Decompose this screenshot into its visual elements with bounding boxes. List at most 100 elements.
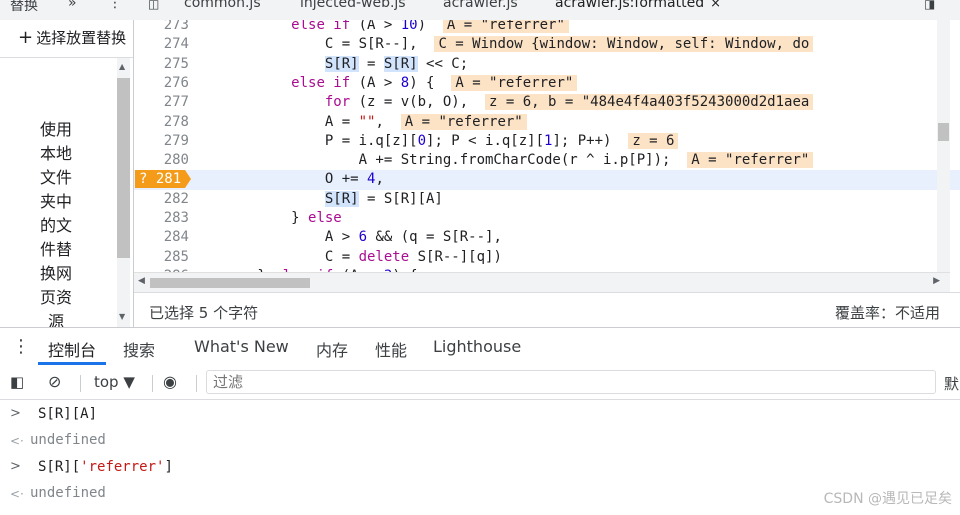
breakpoint-marker[interactable]: ? 281: [135, 170, 191, 189]
result-prompt-icon: <·: [10, 487, 24, 501]
code-text: else if (A > 10) A = "referrer": [190, 20, 569, 35]
line-number[interactable]: 276: [134, 74, 189, 93]
console-text: S[R]['referrer']: [38, 459, 173, 475]
console-result-message[interactable]: <· undefined: [0, 481, 960, 507]
code-line: 283 } else: [134, 209, 960, 228]
toggle-debugger-icon[interactable]: ◨: [924, 0, 935, 11]
hint-line: 夹中: [40, 192, 73, 211]
line-number[interactable]: 283: [134, 209, 189, 228]
tab-search[interactable]: 搜索: [123, 337, 155, 361]
editor-vertical-scrollbar[interactable]: [937, 20, 950, 272]
tab-console[interactable]: 控制台: [48, 337, 96, 361]
more-tabs-chevron-icon[interactable]: »: [68, 0, 77, 11]
line-number[interactable]: 278: [134, 113, 189, 132]
line-number[interactable]: 273: [134, 20, 189, 35]
code-line: 280 A += String.fromCharCode(r ^ i.p[P])…: [134, 151, 960, 170]
scroll-down-icon[interactable]: ▼: [119, 312, 125, 321]
code-line: 279 P = i.q[z][0]; P < i.q[z][1]; P++) z…: [134, 132, 960, 151]
hint-line: 本地: [40, 144, 73, 163]
tab-injected-web-js[interactable]: injected-web.js: [300, 0, 406, 11]
execution-context-select[interactable]: top ▼: [94, 373, 135, 391]
editor-status-bar: 已选择 5 个字符 覆盖率：不适用: [134, 292, 960, 328]
code-text: C = S[R--], C = Window {window: Window, …: [190, 35, 814, 54]
hint-line: 件替: [40, 240, 73, 259]
line-number[interactable]: 277: [134, 93, 189, 112]
conditional-breakpoint-icon: ?: [139, 171, 148, 188]
default-levels-dropdown[interactable]: 默: [944, 373, 959, 394]
line-number[interactable]: 285: [134, 248, 189, 267]
select-override-folder-button[interactable]: + 选择放置替换: [18, 27, 126, 48]
code-line: 278 A = "", A = "referrer": [134, 113, 960, 132]
scrollbar-thumb[interactable]: [117, 78, 130, 258]
live-expression-eye-icon[interactable]: ◉: [163, 372, 177, 391]
scrollbar-thumb[interactable]: [150, 278, 310, 288]
toolbar-divider: [196, 375, 197, 392]
line-number[interactable]: 280: [134, 151, 189, 170]
tab-memory[interactable]: 内存: [316, 337, 348, 361]
tab-acrawler-js[interactable]: acrawler.js: [443, 0, 518, 11]
console-text: undefined: [30, 485, 106, 501]
selection-status: 已选择 5 个字符: [149, 304, 259, 322]
input-prompt-icon: >: [10, 406, 21, 421]
hint-line: 的文: [40, 216, 73, 235]
scroll-up-icon[interactable]: ▲: [119, 62, 125, 71]
tab-overrides[interactable]: 替换: [10, 0, 38, 15]
tab-lighthouse[interactable]: Lighthouse: [433, 337, 521, 356]
line-number[interactable]: 275: [134, 55, 189, 74]
hint-line: 文件: [40, 168, 73, 187]
console-input-message[interactable]: > S[R]['referrer']: [0, 455, 960, 481]
inline-value: C = Window {window: Window, self: Window…: [434, 36, 814, 53]
code-line: 273 else if (A > 10) A = "referrer": [134, 20, 960, 35]
drawer-menu-icon[interactable]: ⋮: [12, 336, 30, 357]
kebab-menu-icon[interactable]: ⋮: [108, 0, 122, 11]
scroll-right-icon[interactable]: ▶: [933, 276, 940, 286]
code-text: S[R] = S[R] << C;: [324, 55, 469, 72]
tab-common-js[interactable]: common.js: [184, 0, 261, 11]
clear-console-icon[interactable]: ⊘: [48, 372, 61, 391]
code-text: for (z = v(b, O), z = 6, b = "484e4f4a40…: [190, 93, 814, 112]
console-filter-input[interactable]: [206, 370, 936, 394]
line-number[interactable]: 279: [134, 132, 189, 151]
tab-label: acrawler.js:formatted: [555, 0, 705, 11]
coverage-status[interactable]: 覆盖率：不适用: [835, 302, 940, 323]
toolbar-divider: [80, 375, 81, 392]
plus-icon: +: [18, 27, 34, 48]
editor-horizontal-scrollbar[interactable]: ◀ ▶: [134, 272, 950, 293]
hint-line: 换网: [40, 264, 73, 283]
line-number[interactable]: 274: [134, 35, 189, 54]
editor-tab-strip: 替换 » ⋮ ◫ common.js injected-web.js acraw…: [0, 0, 960, 21]
code-text: S[R] = S[R][A]: [324, 190, 443, 207]
code-line: 276 else if (A > 8) { A = "referrer": [134, 74, 960, 93]
hint-line: 使用: [40, 120, 73, 139]
tab-acrawler-formatted[interactable]: acrawler.js:formatted ×: [555, 0, 721, 11]
overrides-navigator: + 选择放置替换 使用 本地 文件 夹中 的文 件替 换网 页资 源 ▲ ▼: [0, 20, 134, 327]
string-literal: 'referrer': [80, 459, 165, 475]
console-result-message[interactable]: <· undefined: [0, 428, 960, 454]
overrides-hint-text: 使用 本地 文件 夹中 的文 件替 换网 页资 源: [40, 118, 100, 327]
code-line: 284 A > 6 && (q = S[R--],: [134, 228, 960, 247]
scrollbar-thumb[interactable]: [938, 123, 949, 141]
hint-line: 源: [48, 312, 65, 327]
console-text: undefined: [30, 432, 106, 448]
close-tab-icon[interactable]: ×: [710, 0, 721, 11]
show-sidebar-icon[interactable]: ◧: [10, 373, 24, 391]
line-number[interactable]: 284: [134, 228, 189, 247]
inline-value: A = "referrer": [400, 113, 527, 130]
toggle-navigator-icon[interactable]: ◫: [148, 0, 159, 11]
code-editor[interactable]: 273 else if (A > 10) A = "referrer" 274 …: [134, 20, 960, 272]
result-prompt-icon: <·: [10, 434, 24, 448]
inline-value: z = 6, b = "484e4f4a403f5243000d2d1aea: [485, 94, 814, 111]
inline-value: z = 6: [628, 132, 679, 149]
line-number[interactable]: 282: [134, 190, 189, 209]
hint-line: 页资: [40, 288, 73, 307]
code-line: 277 for (z = v(b, O), z = 6, b = "484e4f…: [134, 93, 960, 112]
console-input-message[interactable]: > S[R][A]: [0, 402, 960, 428]
console-toolbar: ◧ ⊘ top ▼ ◉ 默: [0, 366, 960, 400]
toolbar-divider: [152, 375, 153, 392]
divider: [0, 57, 133, 58]
line-number: 281: [155, 171, 182, 188]
scroll-left-icon[interactable]: ◀: [138, 276, 145, 286]
tab-whats-new[interactable]: What's New: [194, 337, 289, 356]
tab-performance[interactable]: 性能: [375, 337, 407, 361]
navigator-scrollbar[interactable]: ▲ ▼: [117, 58, 130, 327]
